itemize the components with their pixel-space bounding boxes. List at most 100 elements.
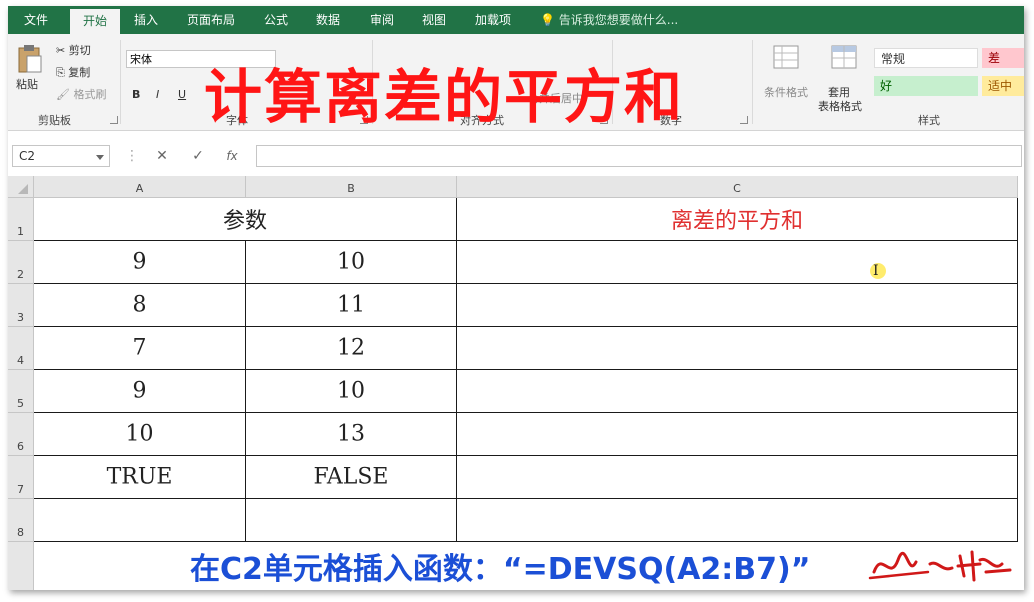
worksheet-grid: A B C 1 2 3 4 5 6 7 8 参数 离差的平方和 9 10 8 1…: [8, 176, 1024, 590]
cell-a7[interactable]: TRUE: [34, 456, 246, 499]
row-number: 8: [17, 526, 24, 539]
ribbon-tab-bar: 文件 开始 插入 页面布局 公式 数据 审阅 视图 加载项 💡 告诉我您想要做什…: [8, 6, 1024, 34]
cell-c4[interactable]: [457, 327, 1018, 370]
name-box-dropdown-icon[interactable]: [96, 155, 104, 160]
style-good[interactable]: 好: [874, 76, 978, 96]
ribbon-home: 粘贴 ✂ 剪切 ⎘ 复制 🖌 格式刷 剪贴板 宋体 B I U 字体 合并后居中…: [8, 34, 1024, 131]
column-header-a[interactable]: A: [34, 176, 246, 198]
clipboard-launcher-icon[interactable]: [110, 116, 118, 124]
paste-icon: [18, 45, 42, 73]
paste-label: 粘贴: [16, 78, 38, 91]
style-bad[interactable]: 差: [982, 48, 1024, 68]
enter-icon[interactable]: ✓: [186, 145, 210, 167]
cell-b4[interactable]: 12: [246, 327, 457, 370]
row-header-8[interactable]: 8: [8, 499, 34, 542]
row-number: 2: [17, 268, 24, 281]
tell-me-box[interactable]: 💡 告诉我您想要做什么...: [540, 6, 678, 34]
paste-button[interactable]: 粘贴: [14, 44, 44, 104]
cell-text: 12: [337, 335, 365, 361]
cell-c8[interactable]: [457, 499, 1018, 542]
tab-review[interactable]: 审阅: [362, 6, 402, 34]
cell-text: 11: [337, 292, 365, 318]
bold-button[interactable]: B: [132, 88, 140, 101]
cell-b6[interactable]: 13: [246, 413, 457, 456]
underline-button[interactable]: U: [178, 88, 186, 101]
format-painter-label: 格式刷: [73, 88, 107, 101]
cell-a3[interactable]: 8: [34, 284, 246, 327]
brush-icon: 🖌: [56, 88, 74, 101]
cell-b5[interactable]: 10: [246, 370, 457, 413]
group-divider: [120, 40, 121, 124]
copy-label: 复制: [68, 66, 91, 79]
cell-a8[interactable]: [34, 499, 246, 542]
tab-page-layout[interactable]: 页面布局: [178, 6, 244, 34]
cell-a5[interactable]: 9: [34, 370, 246, 413]
tab-data[interactable]: 数据: [308, 6, 348, 34]
cell-b7[interactable]: FALSE: [246, 456, 457, 499]
tab-file[interactable]: 文件: [14, 6, 58, 34]
tab-view[interactable]: 视图: [414, 6, 454, 34]
row-number: 3: [17, 311, 24, 324]
row-header-3[interactable]: 3: [8, 284, 34, 327]
row-header-6[interactable]: 6: [8, 413, 34, 456]
cell-text: 离差的平方和: [670, 209, 803, 234]
scissors-icon: ✂: [56, 44, 69, 57]
formula-input[interactable]: [256, 145, 1022, 167]
select-all-icon: [18, 184, 28, 194]
row-header-2[interactable]: 2: [8, 241, 34, 284]
clipboard-group-label: 剪贴板: [38, 114, 71, 127]
cell-a2[interactable]: 9: [34, 241, 246, 284]
cell-c7[interactable]: [457, 456, 1018, 499]
row-header-4[interactable]: 4: [8, 327, 34, 370]
overlay-title: 计算离差的平方和: [204, 63, 685, 131]
tab-addins[interactable]: 加载项: [468, 6, 518, 34]
row-header-1[interactable]: 1: [8, 198, 34, 241]
column-header-c[interactable]: C: [457, 176, 1018, 198]
styles-group-label: 样式: [918, 114, 940, 127]
cell-c2[interactable]: [457, 241, 1018, 284]
cell-a6[interactable]: 10: [34, 413, 246, 456]
text-cursor-icon: I: [873, 263, 879, 279]
format-as-table-button[interactable]: 套用 表格格式: [816, 44, 872, 113]
copy-button[interactable]: ⎘ 复制: [56, 64, 90, 80]
row-number: 7: [17, 483, 24, 496]
cell-c3[interactable]: [457, 284, 1018, 327]
format-painter-button[interactable]: 🖌 格式刷: [56, 86, 106, 102]
cell-text: 7: [132, 335, 147, 361]
cut-button[interactable]: ✂ 剪切: [56, 42, 91, 58]
tab-home[interactable]: 开始: [70, 9, 120, 34]
cell-a1-merged[interactable]: 参数: [34, 198, 457, 241]
cell-text: 10: [125, 421, 154, 447]
cancel-icon[interactable]: ✕: [150, 145, 174, 167]
insert-function-button[interactable]: fx: [220, 145, 244, 167]
cut-label: 剪切: [68, 44, 91, 57]
select-all-button[interactable]: [8, 176, 34, 198]
table-format-icon: [831, 45, 857, 69]
cell-text: 10: [337, 378, 365, 404]
cell-text: TRUE: [106, 464, 173, 490]
tab-formulas[interactable]: 公式: [256, 6, 296, 34]
cell-text: 10: [337, 249, 365, 275]
italic-button[interactable]: I: [156, 88, 159, 101]
row-header-9[interactable]: [8, 542, 34, 590]
style-normal[interactable]: 常规: [874, 48, 978, 68]
cell-c6[interactable]: [457, 413, 1018, 456]
more-icon: ⋮: [125, 148, 139, 164]
tab-insert[interactable]: 插入: [126, 6, 166, 34]
cell-c5[interactable]: [457, 370, 1018, 413]
cell-text: 13: [337, 421, 365, 447]
cell-b8[interactable]: [246, 499, 457, 542]
tell-me-text: 告诉我您想要做什么...: [558, 13, 679, 27]
style-neutral[interactable]: 适中: [982, 76, 1024, 96]
cell-a4[interactable]: 7: [34, 327, 246, 370]
cell-b3[interactable]: 11: [246, 284, 457, 327]
formula-bar: C2 ⋮ ✕ ✓ fx: [8, 131, 1024, 175]
cell-text: 参数: [222, 209, 267, 234]
row-header-7[interactable]: 7: [8, 456, 34, 499]
row-number: 5: [17, 397, 24, 410]
column-header-b[interactable]: B: [246, 176, 457, 198]
cell-c1[interactable]: 离差的平方和: [457, 198, 1018, 241]
row-header-5[interactable]: 5: [8, 370, 34, 413]
excel-window: 文件 开始 插入 页面布局 公式 数据 审阅 视图 加载项 💡 告诉我您想要做什…: [8, 6, 1024, 590]
cell-b2[interactable]: 10: [246, 241, 457, 284]
